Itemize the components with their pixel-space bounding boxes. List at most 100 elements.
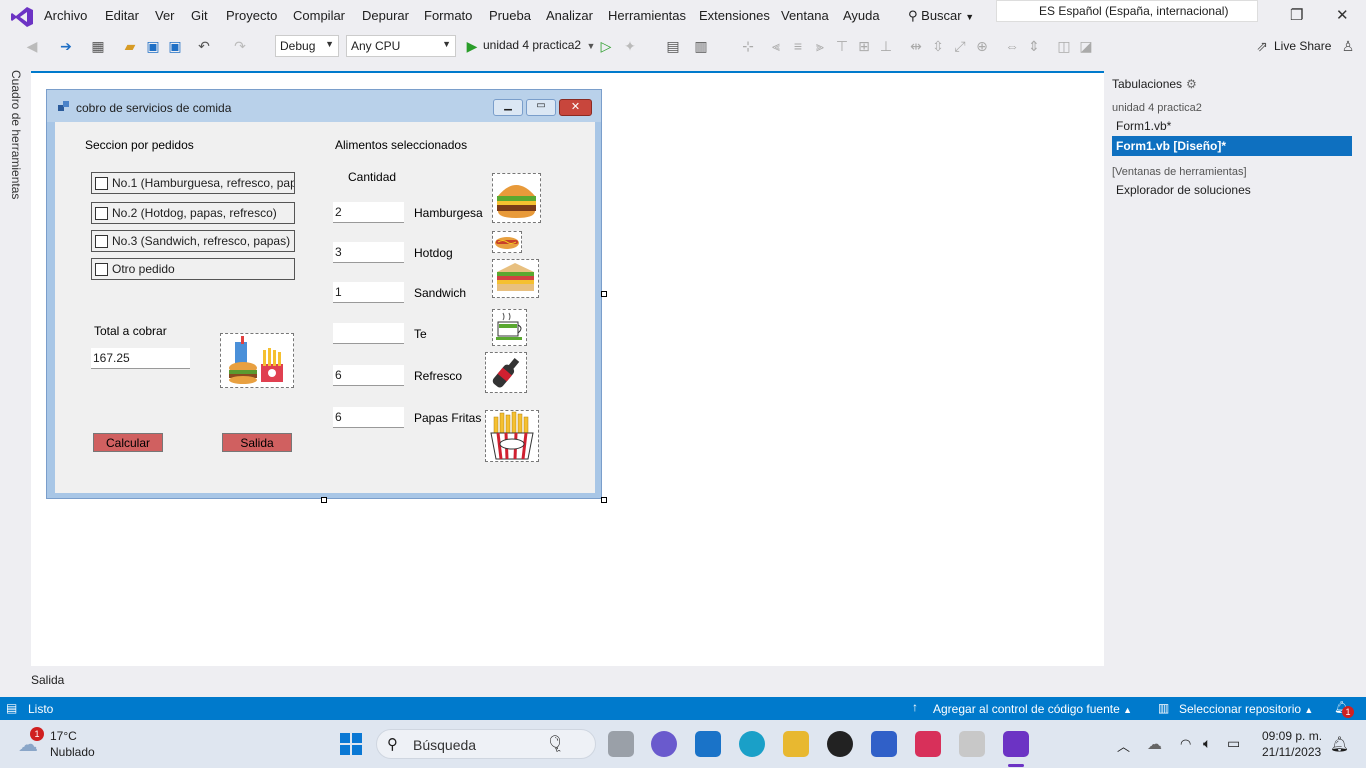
align-center-icon[interactable]: ≡: [790, 38, 806, 54]
other-order-checkbox[interactable]: Otro pedido: [91, 258, 295, 280]
file-explorer-icon[interactable]: [783, 731, 809, 757]
menu-herramientas[interactable]: Herramientas: [608, 8, 686, 23]
resize-handle-right[interactable]: [601, 291, 607, 297]
feedback-icon[interactable]: ♙: [1340, 38, 1356, 54]
output-tab[interactable]: Salida: [31, 673, 64, 687]
hotdog-qty-field[interactable]: 3: [333, 242, 404, 263]
new-project-icon[interactable]: ▦: [90, 38, 106, 54]
menu-prueba[interactable]: Prueba: [489, 8, 531, 23]
undo-icon[interactable]: ↶: [196, 38, 212, 54]
clock-time[interactable]: 09:09 p. m.: [1262, 729, 1322, 743]
mail-icon[interactable]: [695, 731, 721, 757]
forward-icon[interactable]: ➔: [58, 38, 74, 54]
align-middle-icon[interactable]: ⊞: [856, 38, 872, 54]
total-field[interactable]: 167.25: [91, 348, 190, 369]
align-grid-icon[interactable]: ⊹: [740, 38, 756, 54]
soda-qty-field[interactable]: 6: [333, 365, 404, 386]
layout-icon[interactable]: ▥: [693, 38, 709, 54]
tab-form1-design[interactable]: Form1.vb [Diseño]*: [1112, 136, 1352, 156]
teams-chat-icon[interactable]: [651, 731, 677, 757]
menu-archivo[interactable]: Archivo: [44, 8, 87, 23]
resize-handle-bottom[interactable]: [321, 497, 327, 503]
save-icon[interactable]: ▣: [145, 38, 161, 54]
menu-ayuda[interactable]: Ayuda: [843, 8, 880, 23]
dell-icon[interactable]: [827, 731, 853, 757]
menu-extensiones[interactable]: Extensiones: [699, 8, 770, 23]
tea-qty-field[interactable]: [333, 323, 404, 344]
menu-depurar[interactable]: Depurar: [362, 8, 409, 23]
spacing-icon[interactable]: ⇔: [1004, 38, 1020, 54]
size-to-grid-icon[interactable]: ⊕: [974, 38, 990, 54]
add-source-control-button[interactable]: Agregar al control de código fuente ▲: [933, 702, 1132, 716]
menu-analizar[interactable]: Analizar: [546, 8, 593, 23]
search-menu[interactable]: ⚲ Buscar ▼: [908, 8, 974, 24]
menu-editar[interactable]: Editar: [105, 8, 139, 23]
align-bottom-icon[interactable]: ⊥: [878, 38, 894, 54]
wifi-icon[interactable]: ◠: [1180, 736, 1191, 752]
clock-date[interactable]: 21/11/2023: [1262, 745, 1321, 759]
close-icon[interactable]: ✕: [559, 99, 592, 116]
menu-proyecto[interactable]: Proyecto: [226, 8, 277, 23]
game-app-icon[interactable]: [959, 731, 985, 757]
play-icon[interactable]: ▶: [464, 38, 480, 54]
make-same-size-icon[interactable]: ⤢: [952, 38, 968, 54]
hot-reload-icon[interactable]: ✦: [622, 38, 638, 54]
order3-checkbox[interactable]: No.3 (Sandwich, refresco, papas): [91, 230, 295, 252]
volume-icon[interactable]: 🔈︎: [1203, 735, 1211, 752]
close-icon[interactable]: ✕: [1336, 6, 1349, 24]
fries-qty-field[interactable]: 6: [333, 407, 404, 428]
resize-handle-corner[interactable]: [601, 497, 607, 503]
make-same-height-icon[interactable]: ⇳: [930, 38, 946, 54]
menu-formato[interactable]: Formato: [424, 8, 472, 23]
make-same-width-icon[interactable]: ⇹: [908, 38, 924, 54]
menu-ver[interactable]: Ver: [155, 8, 175, 23]
platform-select[interactable]: Any CPU ▼: [346, 35, 456, 57]
exit-button[interactable]: Salida: [222, 433, 292, 452]
tab-form1-code[interactable]: Form1.vb*: [1116, 119, 1171, 133]
menu-ventana[interactable]: Ventana: [781, 8, 829, 23]
solution-explorer-icon[interactable]: ▤: [665, 38, 681, 54]
align-right-icon[interactable]: ⫸: [812, 38, 828, 54]
edge-browser-icon[interactable]: [739, 731, 765, 757]
run-target[interactable]: unidad 4 practica2: [483, 38, 581, 52]
onedrive-icon[interactable]: ☁: [1147, 735, 1162, 753]
run-without-debug-icon[interactable]: ▷: [598, 38, 614, 54]
chevron-up-icon[interactable]: ︿: [1117, 736, 1130, 755]
order2-checkbox[interactable]: No.2 (Hotdog, papas, refresco): [91, 202, 295, 224]
toolbox-tab[interactable]: Cuadro de herramientas: [9, 70, 23, 199]
vertical-spacing-icon[interactable]: ⇕: [1026, 38, 1042, 54]
tab-solution-explorer[interactable]: Explorador de soluciones: [1116, 183, 1251, 197]
calculate-button[interactable]: Calcular: [93, 433, 163, 452]
live-share-icon[interactable]: ⇗: [1254, 38, 1270, 54]
save-all-icon[interactable]: ▣: [167, 38, 183, 54]
minimize-icon[interactable]: ▁: [493, 99, 523, 116]
restore-icon[interactable]: ❐: [1290, 6, 1303, 24]
hamburger-qty-field[interactable]: 2: [333, 202, 404, 223]
configuration-select[interactable]: Debug ▼: [275, 35, 339, 57]
open-folder-icon[interactable]: ▰: [122, 38, 138, 54]
maximize-icon[interactable]: ▭: [526, 99, 556, 116]
redo-icon[interactable]: ↷: [232, 38, 248, 54]
select-repository-button[interactable]: Seleccionar repositorio ▲: [1179, 702, 1313, 716]
chevron-down-icon[interactable]: ▼: [583, 38, 599, 54]
align-top-icon[interactable]: ⊤: [834, 38, 850, 54]
sandwich-qty-field[interactable]: 1: [333, 282, 404, 303]
task-view-icon[interactable]: [608, 731, 634, 757]
taskbar-search-box[interactable]: ⚲ Búsqueda 🎈︎: [376, 729, 596, 759]
notifications-bell-icon[interactable]: 🔔︎: [1330, 735, 1349, 753]
bring-front-icon[interactable]: ◫: [1056, 38, 1072, 54]
send-back-icon[interactable]: ◪: [1078, 38, 1094, 54]
back-icon[interactable]: ◀: [24, 38, 40, 54]
align-left-icon[interactable]: ⫷: [768, 38, 784, 54]
gear-icon[interactable]: ⚙: [1186, 77, 1197, 91]
windows-start-icon[interactable]: [340, 733, 362, 755]
copilot-icon[interactable]: [871, 731, 897, 757]
language-indicator[interactable]: ES Español (España, internacional): [996, 0, 1258, 22]
visual-studio-logo-icon[interactable]: [10, 6, 34, 28]
order1-checkbox[interactable]: No.1 (Hamburguesa, refresco, pap: [91, 172, 295, 194]
visual-studio-taskbar-icon[interactable]: [1003, 731, 1029, 757]
instagram-icon[interactable]: [915, 731, 941, 757]
live-share-button[interactable]: Live Share: [1274, 39, 1331, 53]
battery-icon[interactable]: ▭: [1227, 735, 1240, 752]
menu-compilar[interactable]: Compilar: [293, 8, 345, 23]
